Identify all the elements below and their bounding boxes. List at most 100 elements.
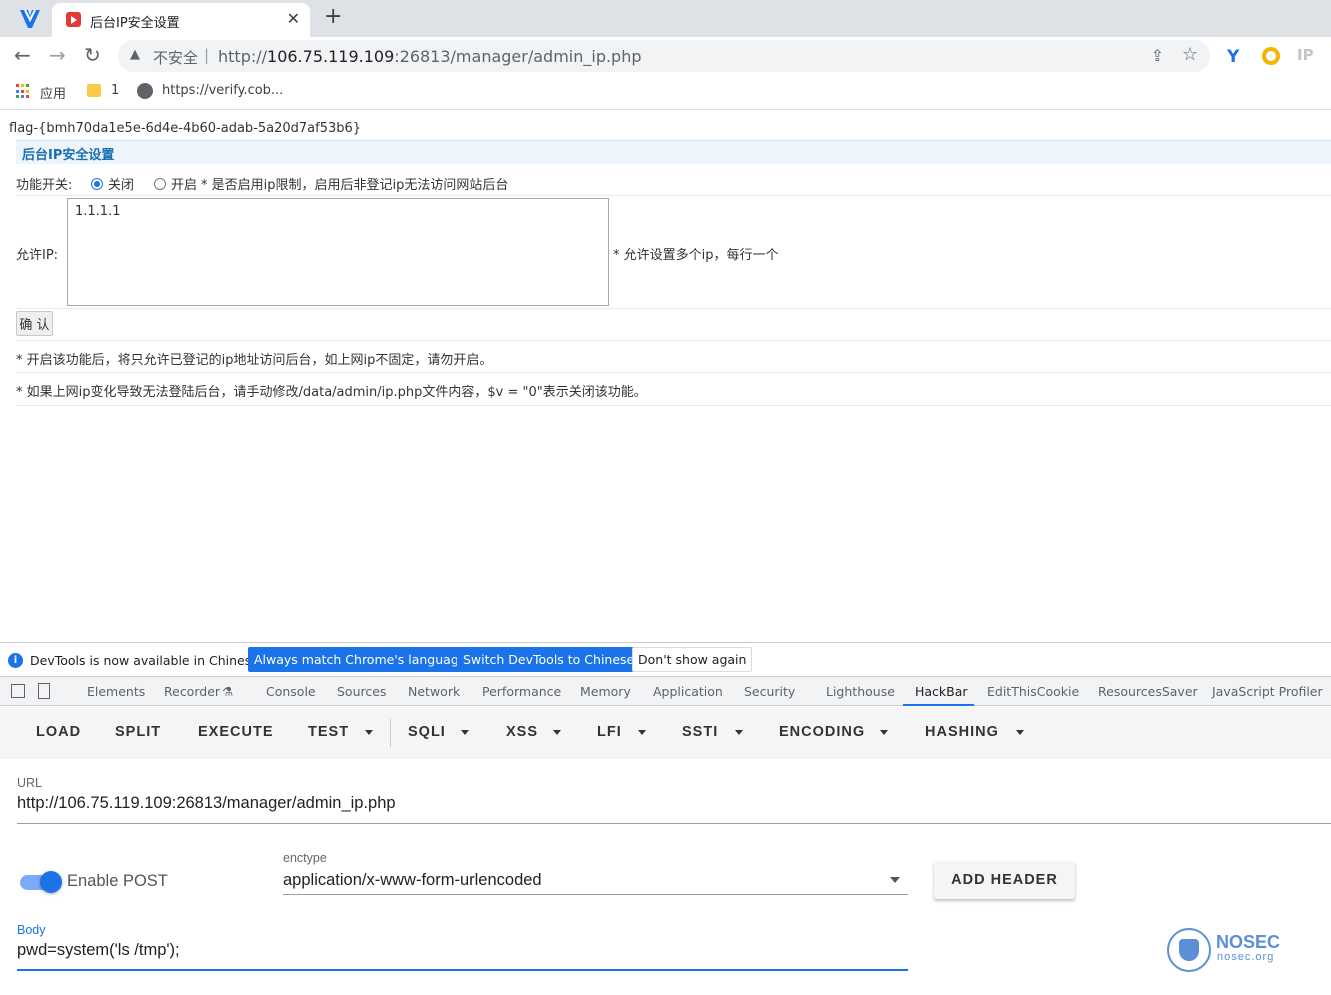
tab-title: 后台IP安全设置 <box>90 16 180 31</box>
new-tab-icon[interactable]: + <box>324 4 342 29</box>
add-header-button[interactable]: ADD HEADER <box>934 861 1075 899</box>
sqli-menu[interactable]: SQLI <box>408 724 446 740</box>
tab-resourcessaver[interactable]: ResourcesSaver <box>1098 684 1198 699</box>
split-button[interactable]: SPLIT <box>115 724 161 740</box>
enctype-select[interactable]: application/x-www-form-urlencoded <box>283 871 542 890</box>
devtools-tab-bar: Elements Recorder ⚗ Console Sources Netw… <box>0 676 1331 706</box>
info-icon: i <box>8 653 23 668</box>
apps-grid-icon[interactable] <box>16 84 31 99</box>
address-separator: | <box>204 46 210 64</box>
address-url[interactable]: http://106.75.119.109:26813/manager/admi… <box>218 47 642 66</box>
chevron-down-icon[interactable] <box>890 877 900 883</box>
tab-security[interactable]: Security <box>744 684 795 699</box>
folder-icon[interactable] <box>87 84 101 97</box>
radio-off[interactable] <box>91 178 103 190</box>
url-input[interactable]: http://106.75.119.109:26813/manager/admi… <box>17 794 396 813</box>
bookmark-star-icon[interactable]: ☆ <box>1182 44 1198 65</box>
inspect-element-icon[interactable] <box>11 684 25 698</box>
device-toolbar-icon[interactable] <box>38 683 50 699</box>
radio-on[interactable] <box>154 178 166 190</box>
tab-favicon-icon <box>66 12 81 27</box>
ssti-menu[interactable]: SSTI <box>682 724 718 740</box>
tab-network[interactable]: Network <box>408 684 460 699</box>
extension-ip-icon[interactable]: IP <box>1297 46 1314 64</box>
switch-hint: * 是否启用ip限制，启用后非登记ip无法访问网站后台 <box>201 178 509 193</box>
chevron-down-icon[interactable] <box>461 730 469 735</box>
bookmark-apps[interactable]: 应用 <box>40 83 66 102</box>
confirm-button[interactable]: 确 认 <box>16 311 53 336</box>
xss-menu[interactable]: XSS <box>506 724 538 740</box>
tab-hackbar[interactable]: HackBar <box>915 684 968 699</box>
tab-lighthouse[interactable]: Lighthouse <box>826 684 895 699</box>
watermark-sub: nosec.org <box>1217 951 1275 963</box>
switch-chinese-button[interactable]: Switch DevTools to Chinese <box>457 647 641 672</box>
reload-icon[interactable]: ↻ <box>84 43 101 67</box>
flask-icon: ⚗ <box>222 684 234 699</box>
chevron-down-icon[interactable] <box>365 730 373 735</box>
chevron-down-icon[interactable] <box>638 730 646 735</box>
url-label: URL <box>17 776 43 790</box>
tab-memory[interactable]: Memory <box>580 684 631 699</box>
bookmark-verify[interactable]: https://verify.cob... <box>162 83 283 98</box>
allowed-ip-hint: * 允许设置多个ip，每行一个 <box>613 248 779 263</box>
row-divider <box>16 195 1331 196</box>
tab-elements[interactable]: Elements <box>87 684 145 699</box>
globe-icon[interactable] <box>137 83 153 99</box>
tab-sources[interactable]: Sources <box>337 684 386 699</box>
browser-logo-icon[interactable] <box>18 8 42 30</box>
enable-post-label: Enable POST <box>67 872 168 890</box>
hackbar-toolbar: LOAD SPLIT EXECUTE TEST SQLI XSS LFI SST… <box>0 707 1331 759</box>
allowed-ip-textarea[interactable]: 1.1.1.1 <box>67 198 609 306</box>
allowed-ip-label: 允许IP: <box>16 248 59 263</box>
active-tab-indicator <box>903 704 974 706</box>
bookmark-folder-1[interactable]: 1 <box>111 83 119 98</box>
dont-show-again-button[interactable]: Don't show again <box>632 647 753 672</box>
chevron-down-icon[interactable] <box>1016 730 1024 735</box>
tab-close-icon[interactable]: ✕ <box>287 9 300 28</box>
row-divider <box>16 308 1331 309</box>
hackbar-body: URL http://106.75.119.109:26813/manager/… <box>0 759 1331 995</box>
note-1: * 开启该功能后，将只允许已登记的ip地址访问后台，如上网ip不固定，请勿开启。 <box>16 353 493 368</box>
row-divider <box>16 405 1331 406</box>
body-input[interactable]: pwd=system('ls /tmp'); <box>17 941 180 960</box>
tab-recorder[interactable]: Recorder <box>164 684 220 699</box>
tab-console[interactable]: Console <box>266 684 316 699</box>
enctype-underline <box>283 894 908 895</box>
infobar-message: DevTools is now available in Chinese! <box>30 653 264 668</box>
forward-icon[interactable]: → <box>49 43 66 67</box>
tab-performance[interactable]: Performance <box>482 684 561 699</box>
enctype-label: enctype <box>283 851 327 865</box>
hashing-menu[interactable]: HASHING <box>925 724 999 740</box>
switch-label: 功能开关: <box>16 178 73 193</box>
address-bar[interactable]: ▲ 不安全 | http://106.75.119.109:26813/mana… <box>118 40 1210 72</box>
chevron-down-icon[interactable] <box>880 730 888 735</box>
tab-editthiscookie[interactable]: EditThisCookie <box>987 684 1079 699</box>
toolbar-divider <box>390 719 391 747</box>
execute-button[interactable]: EXECUTE <box>198 724 274 740</box>
radio-off-label: 关闭 <box>108 178 135 193</box>
match-language-button[interactable]: Always match Chrome's language <box>248 647 473 672</box>
load-button[interactable]: LOAD <box>36 724 81 740</box>
toggle-knob[interactable] <box>40 871 62 893</box>
chevron-down-icon[interactable] <box>553 730 561 735</box>
extension-circle-icon[interactable] <box>1262 47 1280 65</box>
encoding-menu[interactable]: ENCODING <box>779 724 865 740</box>
test-menu[interactable]: TEST <box>308 724 349 740</box>
row-divider <box>16 372 1331 373</box>
body-label: Body <box>17 923 46 937</box>
chevron-down-icon[interactable] <box>735 730 743 735</box>
security-label[interactable]: 不安全 <box>153 47 198 68</box>
browser-toolbar: ← → ↻ ▲ 不安全 | http://106.75.119.109:2681… <box>0 37 1331 75</box>
tab-javascript-profiler[interactable]: JavaScript Profiler <box>1212 684 1323 699</box>
back-icon[interactable]: ← <box>14 43 31 67</box>
lfi-menu[interactable]: LFI <box>597 724 622 740</box>
section-header: 后台IP安全设置 <box>16 140 1331 164</box>
browser-tab[interactable]: 后台IP安全设置 ✕ <box>52 3 310 37</box>
extension-y-icon[interactable]: Y <box>1227 47 1239 67</box>
watermark-name: NOSEC <box>1216 932 1281 952</box>
tab-application[interactable]: Application <box>653 684 723 699</box>
warning-icon[interactable]: ▲ <box>130 47 140 62</box>
page-content: flag-{bmh70da1e5e-6d4e-4b60-adab-5a20d7a… <box>0 111 1331 642</box>
tab-strip: 后台IP安全设置 ✕ + <box>0 0 1331 37</box>
share-icon[interactable]: ⇪ <box>1151 46 1164 65</box>
